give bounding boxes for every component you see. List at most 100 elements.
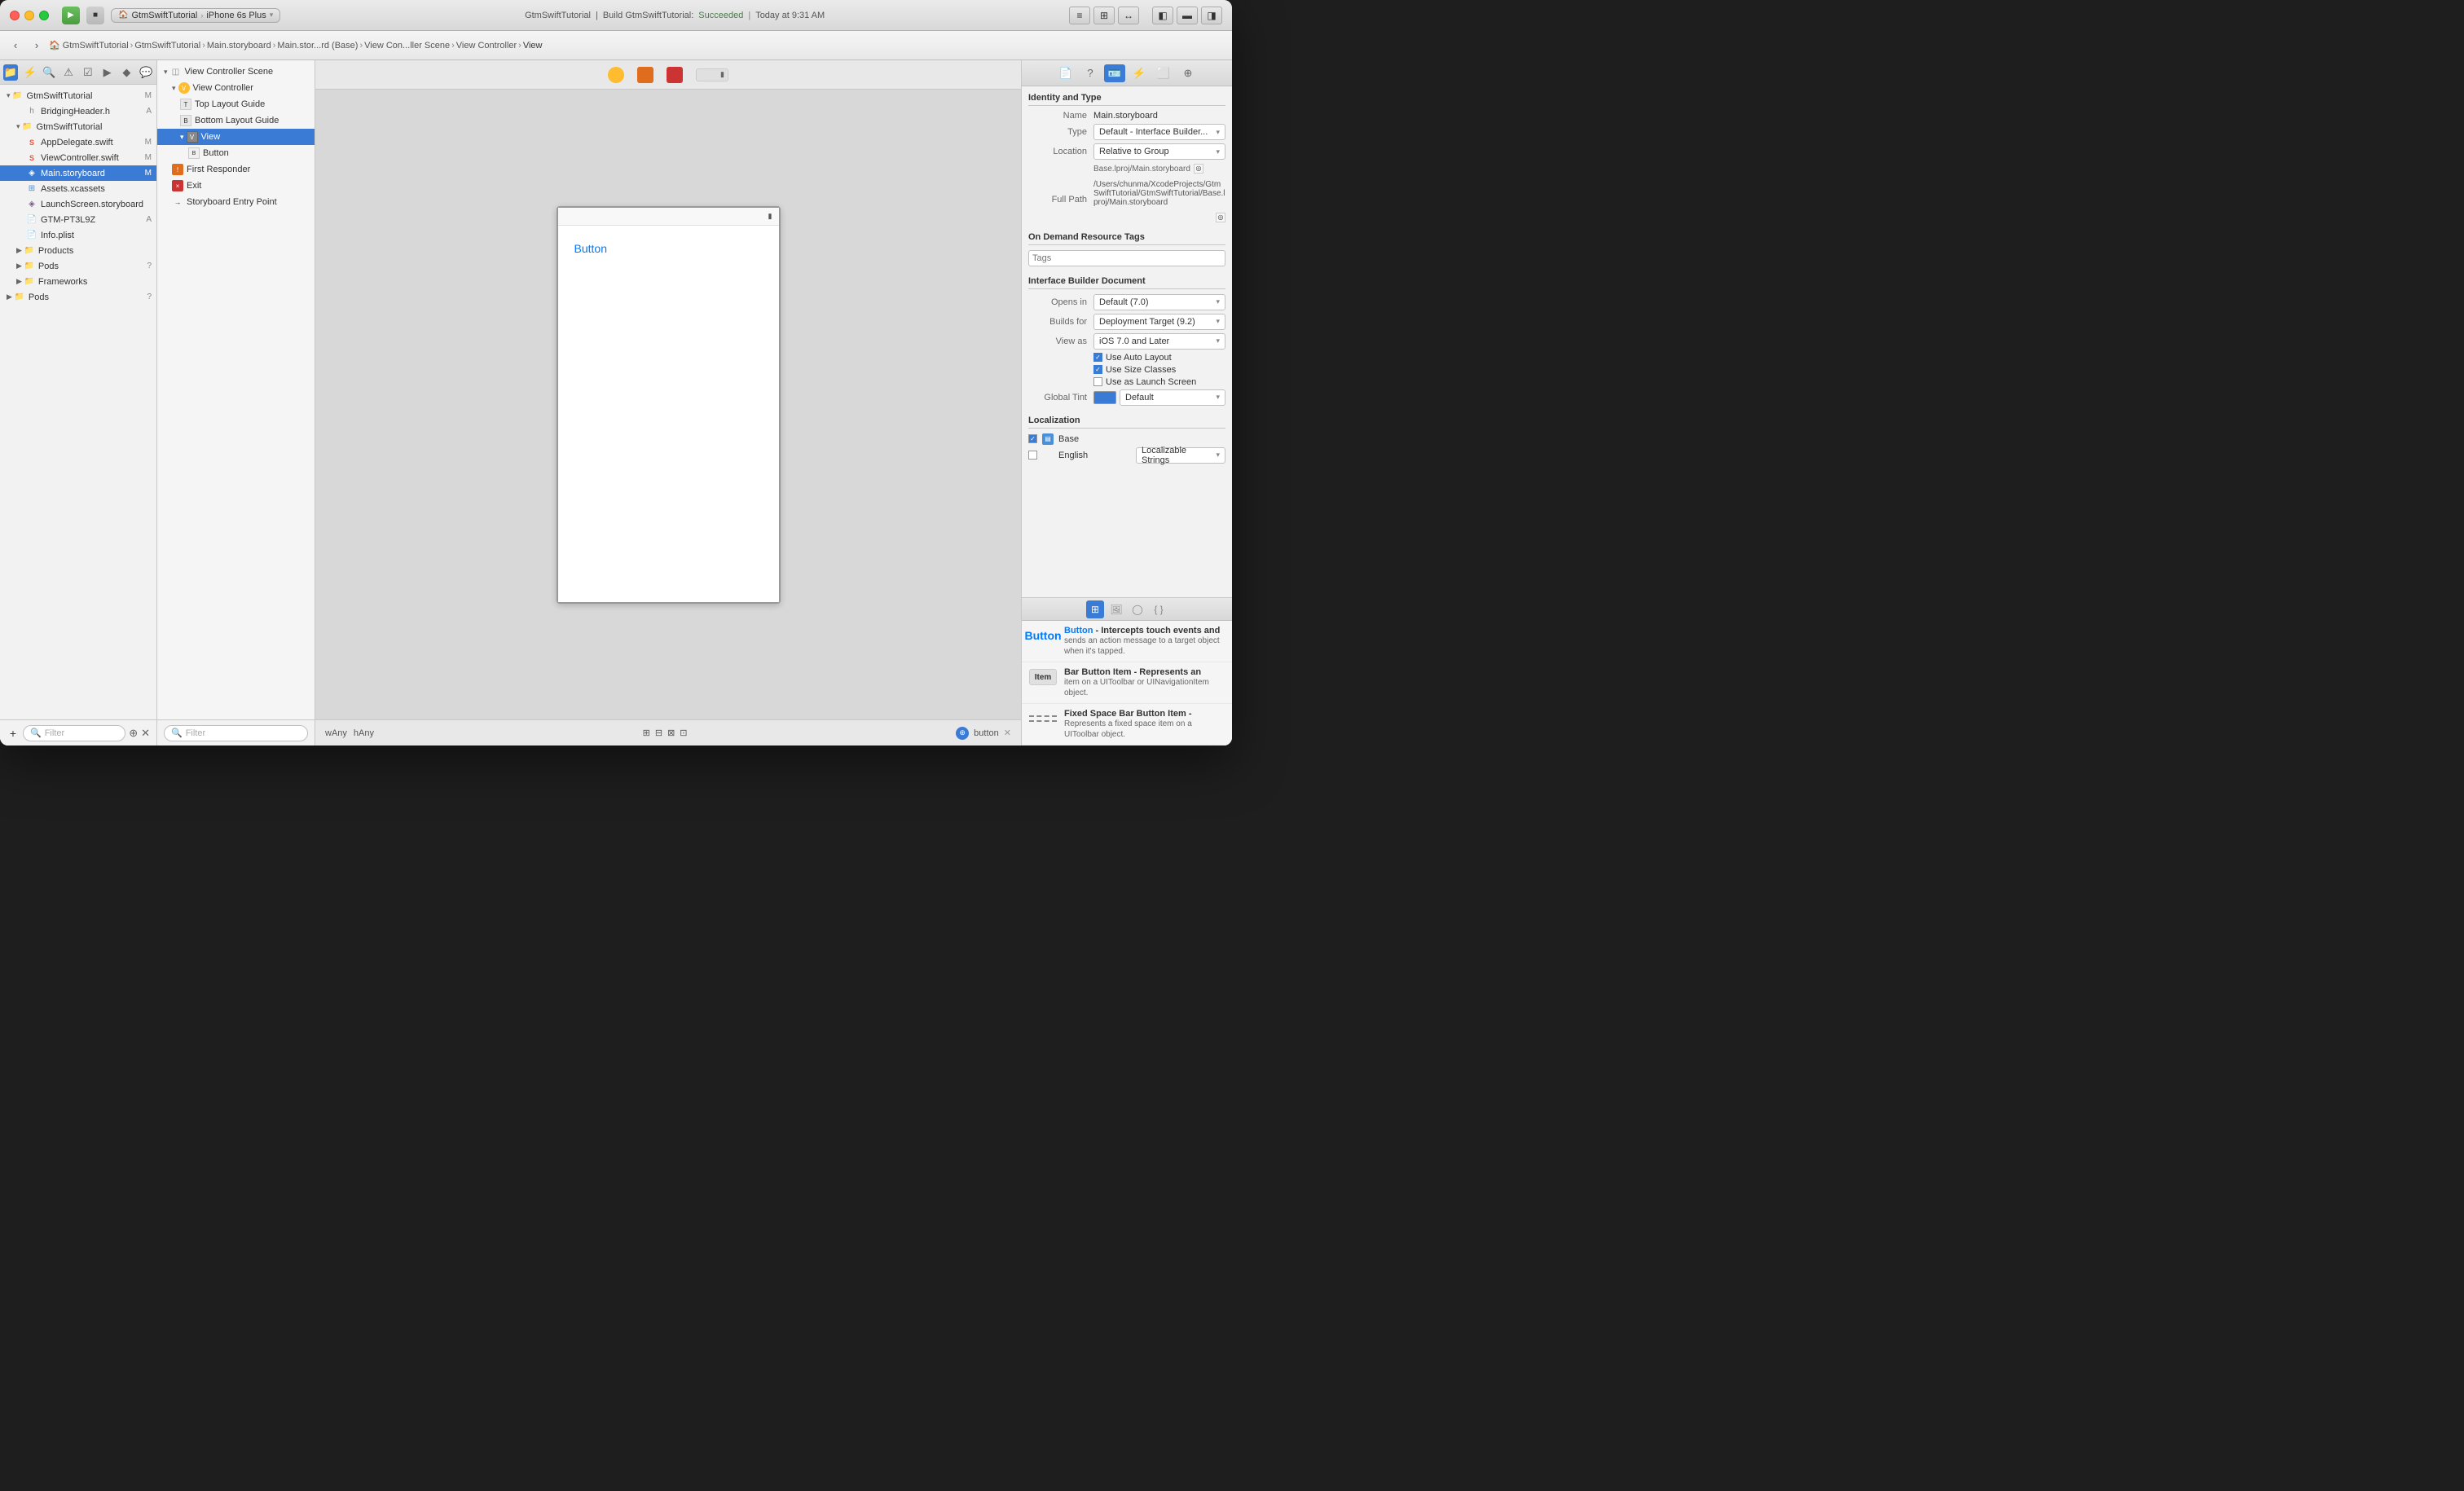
nav-item-gtm-pt3[interactable]: 📄 GTM-PT3L9Z A — [0, 212, 156, 227]
sizeclasses-checkbox[interactable]: ✓ — [1093, 365, 1102, 374]
scene-item-vc-scene[interactable]: ▾ ◫ View Controller Scene — [157, 64, 315, 80]
obj-lib-tab-objects[interactable]: ⊞ — [1086, 600, 1104, 618]
type-dropdown-arrow: ▾ — [1216, 128, 1220, 137]
run-button[interactable]: ▶ — [62, 7, 80, 24]
inspector-tab-quick-help[interactable]: ? — [1080, 64, 1101, 82]
canvas-tool-warning[interactable] — [608, 67, 624, 83]
inspector-tab-file[interactable]: 📄 — [1055, 64, 1076, 82]
scene-item-first-responder[interactable]: ! First Responder — [157, 161, 315, 178]
canvas-tool-orange[interactable] — [637, 67, 653, 83]
tint-swatch[interactable] — [1093, 391, 1116, 404]
inspector-section-localization: Localization ✓ ▤ Base English Localizabl… — [1028, 416, 1225, 464]
nav-forward-btn[interactable]: › — [28, 37, 46, 55]
fullpath-label: Full Path — [1028, 195, 1087, 205]
inspector-tab-attributes[interactable]: ⚡ — [1129, 64, 1150, 82]
nav-item-gtm-group[interactable]: ▾ 📁 GtmSwiftTutorial — [0, 119, 156, 134]
scene-item-top-layout[interactable]: T Top Layout Guide — [157, 96, 315, 112]
device-name: iPhone 6s Plus — [206, 11, 266, 20]
breadcrumb-5[interactable]: View Con...ller Scene — [364, 41, 450, 51]
nav-item-pods-group[interactable]: ▶ 📁 Pods ? — [0, 258, 156, 274]
scene-label-vc-scene: View Controller Scene — [185, 67, 274, 77]
close-button[interactable] — [10, 11, 20, 20]
scene-item-button[interactable]: B Button — [157, 145, 315, 161]
nav-filter-clear[interactable]: ✕ — [141, 727, 150, 740]
nav-tab-symbols[interactable]: ⚡ — [23, 64, 37, 81]
nav-filter-field[interactable]: 🔍 Filter — [23, 725, 125, 741]
debug-toggle[interactable]: ▬ — [1177, 7, 1198, 24]
editor-standard-btn[interactable]: ≡ — [1069, 7, 1090, 24]
nav-item-infoplist[interactable]: 📄 Info.plist — [0, 227, 156, 243]
opens-in-dropdown[interactable]: Default (7.0) ▾ — [1093, 294, 1225, 310]
breadcrumb-4[interactable]: Main.stor...rd (Base) — [277, 41, 358, 51]
maximize-button[interactable] — [39, 11, 49, 20]
inspector-tab-identity[interactable]: 🪪 — [1104, 64, 1125, 82]
nav-back-btn[interactable]: ‹ — [7, 37, 24, 55]
nav-add-btn[interactable]: + — [7, 727, 20, 740]
scene-outline: ▾ ◫ View Controller Scene ▾ V View Contr… — [157, 60, 315, 746]
loc-base-checkbox[interactable]: ✓ — [1028, 434, 1037, 443]
navigator-toggle[interactable]: ◧ — [1152, 7, 1173, 24]
obj-lib-tab-media[interactable]: 🖼 — [1107, 600, 1125, 618]
scene-bottom-bar: 🔍 Filter — [157, 719, 315, 746]
nav-item-mainstoryboard[interactable]: ◈ Main.storyboard M — [0, 165, 156, 181]
canvas-layout-btn-1[interactable]: ⊞ — [643, 728, 650, 738]
tags-input[interactable] — [1028, 250, 1225, 266]
scene-item-storyboard-entry[interactable]: → Storyboard Entry Point — [157, 194, 315, 210]
nav-tab-breakpoints[interactable]: ◆ — [120, 64, 134, 81]
launchscreen-checkbox[interactable] — [1093, 377, 1102, 386]
tint-dropdown[interactable]: Default ▾ — [1120, 389, 1225, 406]
minimize-button[interactable] — [24, 11, 34, 20]
type-dropdown[interactable]: Default - Interface Builder... ▾ — [1093, 124, 1225, 140]
breadcrumb-6[interactable]: View Controller — [456, 41, 517, 51]
nav-item-launchscreen[interactable]: ◈ LaunchScreen.storyboard — [0, 196, 156, 212]
obj-lib-tab-placeholders[interactable]: ◯ — [1129, 600, 1146, 618]
utilities-toggle[interactable]: ◨ — [1201, 7, 1222, 24]
loc-english-dropdown[interactable]: Localizable Strings ▾ — [1136, 447, 1225, 464]
nav-item-gtm-root[interactable]: ▾ 📁 GtmSwiftTutorial M — [0, 88, 156, 103]
scheme-selector[interactable]: 🏠 GtmSwiftTutorial › iPhone 6s Plus ▾ — [111, 8, 280, 23]
autolayout-checkbox[interactable]: ✓ — [1093, 353, 1102, 362]
fullpath-reveal-btn[interactable]: ◎ — [1216, 213, 1225, 222]
scene-item-bottom-layout[interactable]: B Bottom Layout Guide — [157, 112, 315, 129]
scene-filter-field[interactable]: 🔍 Filter — [164, 725, 308, 741]
editor-assistant-btn[interactable]: ⊞ — [1093, 7, 1115, 24]
opens-in-value: Default (7.0) — [1099, 297, 1149, 307]
nav-tab-files[interactable]: 📁 — [3, 64, 18, 81]
canvas-layout-btn-3[interactable]: ⊠ — [667, 728, 675, 738]
nav-item-assets[interactable]: ⊞ Assets.xcassets — [0, 181, 156, 196]
nav-item-frameworks[interactable]: ▶ 📁 Frameworks — [0, 274, 156, 289]
nav-item-viewcontroller[interactable]: S ViewController.swift M — [0, 150, 156, 165]
canvas-search-clear[interactable]: ✕ — [1004, 728, 1011, 738]
stop-button[interactable]: ■ — [86, 7, 104, 24]
nav-tab-search[interactable]: 🔍 — [42, 64, 57, 81]
obj-lib-tab-snippets[interactable]: { } — [1150, 600, 1168, 618]
nav-item-bridging[interactable]: h BridgingHeader.h A — [0, 103, 156, 119]
inspector-tab-connections[interactable]: ⊕ — [1177, 64, 1199, 82]
nav-tab-issues[interactable]: ⚠ — [61, 64, 76, 81]
nav-tab-tests[interactable]: ☑ — [81, 64, 95, 81]
breadcrumb-1[interactable]: 🏠 GtmSwiftTutorial — [49, 40, 129, 51]
view-as-dropdown[interactable]: iOS 7.0 and Later ▾ — [1093, 333, 1225, 350]
location-dropdown[interactable]: Relative to Group ▾ — [1093, 143, 1225, 160]
breadcrumb-2[interactable]: GtmSwiftTutorial — [134, 41, 200, 51]
scene-item-vc[interactable]: ▾ V View Controller — [157, 80, 315, 96]
scene-item-view[interactable]: ▾ V View — [157, 129, 315, 145]
canvas-tool-red[interactable] — [667, 67, 683, 83]
ios-button-element[interactable]: Button — [574, 242, 607, 255]
nav-tab-reports[interactable]: 💬 — [139, 64, 153, 81]
nav-filter-recent[interactable]: ⊕ — [129, 727, 138, 740]
builds-for-dropdown[interactable]: Deployment Target (9.2) ▾ — [1093, 314, 1225, 330]
inspector-tab-size[interactable]: ⬜ — [1153, 64, 1174, 82]
nav-item-pods-root[interactable]: ▶ 📁 Pods ? — [0, 289, 156, 305]
breadcrumb-7[interactable]: View — [523, 41, 543, 51]
editor-version-btn[interactable]: ↔ — [1118, 7, 1139, 24]
canvas-layout-btn-2[interactable]: ⊟ — [655, 728, 662, 738]
nav-item-products[interactable]: ▶ 📁 Products — [0, 243, 156, 258]
breadcrumb-3[interactable]: Main.storyboard — [207, 41, 271, 51]
scene-item-exit[interactable]: × Exit — [157, 178, 315, 194]
canvas-layout-btn-4[interactable]: ⊡ — [680, 728, 687, 738]
nav-tab-debug[interactable]: ▶ — [100, 64, 115, 81]
nav-item-appdelegate[interactable]: S AppDelegate.swift M — [0, 134, 156, 150]
locate-file-btn[interactable]: ◎ — [1194, 164, 1203, 174]
loc-english-checkbox[interactable] — [1028, 451, 1037, 460]
